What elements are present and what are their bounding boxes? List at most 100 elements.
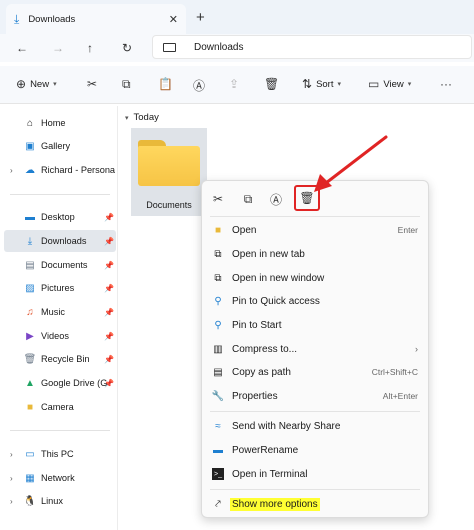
copy-icon[interactable]: ⧉ <box>122 77 131 92</box>
sidebar-item-gallery[interactable]: ▣ Gallery <box>4 135 116 157</box>
folder-icon: ■ <box>26 401 34 413</box>
sidebar-item-linux[interactable]: › 🐧 Linux <box>4 490 116 512</box>
more-options-icon[interactable]: ··· <box>440 77 452 91</box>
sidebar-item-documents[interactable]: ▤ Documents 📌 <box>4 254 116 276</box>
folder-item-documents[interactable]: Documents <box>131 128 207 216</box>
menu-item-show-more-options[interactable]: ⤤ Show more options <box>202 493 428 515</box>
pin-icon: ⚲ <box>214 295 222 307</box>
view-label: View <box>383 78 404 90</box>
sidebar-item-downloads[interactable]: ⤓ Downloads 📌 <box>4 230 116 252</box>
new-tab-icon: ⧉ <box>214 248 222 260</box>
pin-icon: 📌 <box>104 283 114 293</box>
chevron-down-icon: ▾ <box>337 81 342 88</box>
chevron-down-icon: ▾ <box>53 81 57 88</box>
address-input[interactable]: Downloads <box>152 35 472 59</box>
view-button[interactable]: ▭ View ▾ <box>368 77 411 91</box>
menu-item-properties[interactable]: 🔧 Properties Alt+Enter <box>202 385 428 407</box>
recycle-bin-icon: 🗑 <box>23 353 37 365</box>
tab-downloads[interactable]: ⤓ Downloads ✕ <box>6 4 186 34</box>
copy-icon[interactable]: ⧉ <box>238 189 258 209</box>
menu-item-powerrename[interactable]: ▬ PowerRename <box>202 439 428 461</box>
sidebar-item-pictures[interactable]: ▨ Pictures 📌 <box>4 277 116 299</box>
navigation-pane: ⌂ Home ▣ Gallery › ☁ Richard - Personal … <box>0 106 118 530</box>
cut-icon[interactable]: ✂ <box>87 77 97 91</box>
sidebar-item-videos[interactable]: ▶ Videos 📌 <box>4 325 116 347</box>
delete-icon[interactable]: 🗑 <box>294 185 320 211</box>
computer-icon: ▭ <box>25 448 35 460</box>
menu-item-compress[interactable]: ▥ Compress to... › <box>202 338 428 360</box>
chevron-right-icon[interactable]: › <box>10 166 13 175</box>
menu-item-copy-as-path[interactable]: ▤ Copy as path Ctrl+Shift+C <box>202 361 428 383</box>
menu-item-shortcut: Ctrl+Shift+C <box>371 367 418 377</box>
menu-item-open-new-window[interactable]: ⧉ Open in new window <box>202 267 428 289</box>
rename-icon[interactable]: Ⓐ <box>266 189 286 209</box>
sidebar-item-label: Gallery <box>41 141 71 151</box>
menu-item-label: Open in Terminal <box>232 468 308 480</box>
menu-item-open[interactable]: ■ Open Enter <box>202 219 428 241</box>
sort-label: Sort <box>316 78 334 90</box>
sort-button[interactable]: ⇅ Sort ▾ <box>302 77 341 91</box>
paste-icon[interactable]: 📋 <box>158 77 173 91</box>
share-icon[interactable]: ⇪ <box>229 77 239 91</box>
terminal-icon: >_ <box>212 468 224 480</box>
menu-item-nearby-share[interactable]: ≈ Send with Nearby Share <box>202 415 428 437</box>
sidebar-item-label: Camera <box>41 402 74 412</box>
sidebar-item-recycle-bin[interactable]: 🗑 Recycle Bin 📌 <box>4 348 116 370</box>
menu-item-pin-start[interactable]: ⚲ Pin to Start <box>202 314 428 336</box>
pin-icon: 📌 <box>104 260 114 270</box>
menu-item-open-terminal[interactable]: >_ Open in Terminal <box>202 463 428 485</box>
new-tab-button[interactable]: + <box>196 9 205 26</box>
wrench-icon: 🔧 <box>211 390 225 402</box>
sidebar-item-onedrive[interactable]: › ☁ Richard - Personal <box>4 159 116 181</box>
folder-name: Documents <box>146 200 192 210</box>
chevron-right-icon[interactable]: › <box>10 474 13 483</box>
close-tab-icon[interactable]: ✕ <box>169 13 178 26</box>
cut-icon[interactable]: ✂ <box>208 189 228 209</box>
chevron-down-icon: ▾ <box>407 81 412 88</box>
sidebar-item-home[interactable]: ⌂ Home <box>4 112 116 134</box>
sidebar-item-this-pc[interactable]: › ▭ This PC <box>4 443 116 465</box>
menu-item-open-new-tab[interactable]: ⧉ Open in new tab <box>202 243 428 265</box>
computer-icon <box>163 42 176 52</box>
menu-item-pin-quick-access[interactable]: ⚲ Pin to Quick access <box>202 290 428 312</box>
home-icon: ⌂ <box>26 117 34 129</box>
menu-item-label: Send with Nearby Share <box>232 420 341 432</box>
delete-icon[interactable]: 🗑 <box>264 77 279 91</box>
new-button[interactable]: ⊕ New ▾ <box>16 77 57 91</box>
chevron-right-icon[interactable]: › <box>10 497 13 506</box>
sidebar-item-google-drive[interactable]: ▲ Google Drive (G 📌 <box>4 372 116 394</box>
menu-item-label: PowerRename <box>232 444 299 456</box>
view-icon: ▭ <box>368 77 380 91</box>
download-icon: ⤓ <box>14 11 20 26</box>
menu-item-label: Show more options <box>230 497 320 511</box>
cloud-icon: ☁ <box>25 164 35 176</box>
menu-item-label: Properties <box>232 390 278 402</box>
chevron-right-icon[interactable]: › <box>10 450 13 459</box>
gallery-icon: ▣ <box>25 140 35 152</box>
nearby-share-icon: ≈ <box>215 420 221 432</box>
folder-icon: ■ <box>214 224 222 236</box>
download-icon: ⤓ <box>27 235 33 247</box>
up-arrow-icon[interactable]: ↑ <box>87 41 93 55</box>
desktop-icon: ▬ <box>25 211 35 223</box>
command-bar: ⊕ New ▾ ✂ ⧉ 📋 Ⓐ ⇪ 🗑 ⇅ Sort ▾ ▭ View ▾ ··… <box>0 66 474 104</box>
sidebar-item-desktop[interactable]: ▬ Desktop 📌 <box>4 206 116 228</box>
sidebar-item-music[interactable]: ♫ Music 📌 <box>4 301 116 323</box>
back-arrow-icon[interactable]: ← <box>16 41 28 55</box>
rename-icon[interactable]: Ⓐ <box>193 77 205 94</box>
show-more-icon: ⤤ <box>215 498 221 510</box>
compress-icon: ▥ <box>213 343 223 355</box>
address-bar-row: ← → ↑ ↻ Downloads <box>0 34 474 62</box>
menu-item-label: Pin to Start <box>232 319 282 331</box>
sidebar-item-label: Linux <box>41 496 63 506</box>
menu-item-shortcut: Alt+Enter <box>382 391 418 401</box>
group-header[interactable]: ▾ Today <box>125 112 159 123</box>
menu-divider <box>210 489 420 490</box>
sidebar-item-camera[interactable]: ■ Camera <box>4 396 116 418</box>
breadcrumb[interactable]: Downloads <box>194 42 243 53</box>
menu-item-label: Open <box>232 224 257 236</box>
sidebar-item-network[interactable]: › ▦ Network <box>4 467 116 489</box>
refresh-icon[interactable]: ↻ <box>122 41 132 55</box>
menu-item-label: Open in new window <box>232 272 325 284</box>
forward-arrow-icon[interactable]: → <box>52 41 64 55</box>
